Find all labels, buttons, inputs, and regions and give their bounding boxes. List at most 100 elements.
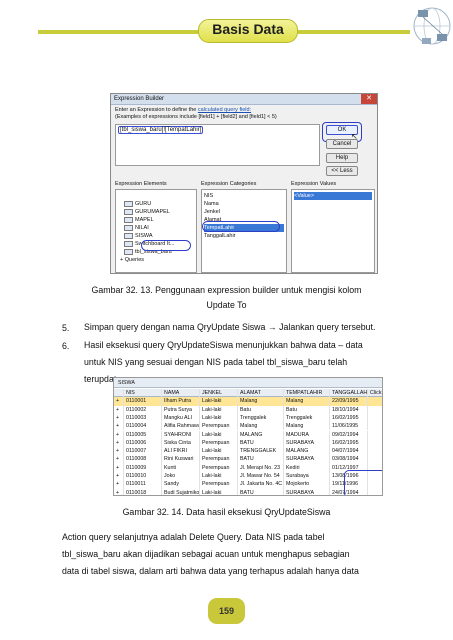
table-cell: 0110018 [124, 488, 162, 495]
table-cell: BATU [238, 488, 284, 495]
row-selector-header [114, 389, 124, 398]
table-row[interactable]: +0110001 Ilham Putra Laki-laki Malang Malang… [114, 397, 382, 406]
table-cell: 0110011 [124, 480, 162, 489]
table-cell: 18/10/1994 [330, 405, 368, 414]
figure-caption: Gambar 32. 14. Data hasil eksekusi QryUp… [122, 507, 331, 517]
table-cell: Mojokerto [284, 480, 330, 489]
table-header-row[interactable]: NIS NAMA JENKEL ALAMAT TEMPATLAHIR TANGGALLAH… [114, 389, 382, 398]
row-selector: + [114, 472, 124, 481]
elements-list[interactable]: GURU GURUMAPEL MAPEL NILAI SISWA Switchb… [115, 189, 197, 273]
list-item[interactable]: NILAI [116, 224, 196, 232]
table-cell: Perempuan [200, 422, 238, 431]
network-globe-icon [410, 0, 453, 60]
table-cell: Laki-laki [200, 397, 238, 406]
help-button[interactable]: Help [326, 153, 358, 163]
column-header: Click to Add [368, 389, 382, 397]
table-row[interactable]: +0110010 Joko Laki-laki Jl. Mawar No. 54 Sur… [114, 472, 382, 481]
list-item[interactable]: + Queries [116, 256, 196, 264]
table-cell: 03/08/1994 [330, 455, 368, 464]
categories-header: Expression Categories [201, 181, 257, 187]
help-link[interactable]: calculated query field: [198, 107, 251, 113]
list-item-selected[interactable]: <Value> [294, 192, 372, 200]
less-button[interactable]: << Less [326, 166, 358, 176]
column-header: TEMPATLAHIR [284, 389, 330, 398]
table-cell: 0110005 [124, 430, 162, 439]
cancel-button[interactable]: Cancel [326, 139, 358, 149]
expression-builder-window: Expression Builder ✕ Enter an Expression… [110, 93, 378, 274]
table-cell: ALI FIKRI [162, 447, 200, 456]
values-list[interactable]: <Value> [291, 189, 375, 273]
table-row[interactable]: +0110006 Siska Cinta Perempuan BATU SURABAYA… [114, 438, 382, 448]
list-item[interactable]: GURU [116, 200, 196, 208]
instruction-text: Enter an Expression to define the calcul… [115, 107, 277, 120]
expression-input[interactable]: [tbl_siswa_baru]![TempatLahir] [115, 124, 320, 166]
column-header: JENKEL [200, 389, 238, 398]
table-cell: 0110001 [124, 397, 162, 406]
step-number: 6. [62, 341, 70, 351]
table-cell: 04/07/1994 [330, 447, 368, 456]
list-item[interactable]: Jenkel [204, 208, 284, 216]
values-header: Expression Values [291, 181, 337, 187]
table-cell: Ilham Putra [162, 397, 200, 406]
table-cell: Malang [238, 397, 284, 406]
table-row[interactable]: +0110008 Rini Kuswari Perempuan BATU SURABAY… [114, 455, 382, 464]
table-cell: Laki-laki [200, 447, 238, 456]
list-item[interactable]: SISWA [116, 232, 196, 240]
table-cell: MALANG [238, 430, 284, 439]
table-cell: 22/09/1995 [330, 397, 368, 406]
table-cell: Kunti [162, 463, 200, 472]
table-cell: 11/06/1995 [330, 422, 368, 431]
column-header: NAMA [162, 389, 200, 398]
table-cell: 0110003 [124, 413, 162, 423]
list-item[interactable]: Nama [204, 200, 284, 208]
table-cell: BATU [238, 438, 284, 448]
page-number: 159 [208, 598, 245, 624]
table-row[interactable]: +0110002 Putra Surya Laki-laki Batu Batu 18/1… [114, 405, 382, 414]
table-row[interactable]: +0110009 Kunti Perempuan Jl. Merapi No. 23 K… [114, 463, 382, 472]
table-cell: BATU [238, 455, 284, 464]
close-icon[interactable]: ✕ [361, 94, 377, 104]
figure-caption: Gambar 32. 13. Penggunaan expression bui… [91, 285, 362, 295]
table-cell: Perempuan [200, 480, 238, 489]
list-item[interactable]: GURUMAPEL [116, 208, 196, 216]
row-selector: + [114, 455, 124, 464]
table-cell: MALANG [284, 447, 330, 456]
table-cell: 0110006 [124, 438, 162, 448]
table-row[interactable]: +0110003 Mangku ALI Laki-laki Trenggalek Tre… [114, 413, 382, 423]
table-cell: SURABAYA [284, 455, 330, 464]
table-row[interactable]: +0110011 Sandy Perempuan Jl. Jakarta No. 4C… [114, 480, 382, 489]
table-cell: 0110010 [124, 472, 162, 481]
table-cell: 09/02/1994 [330, 430, 368, 439]
table-cell: Malang [284, 422, 330, 431]
table-row[interactable]: +0110005 SYAHRONI Laki-laki MALANG MADURA 09/… [114, 430, 382, 439]
row-selector: + [114, 480, 124, 489]
page-header: Basis Data [38, 0, 453, 72]
table-cell: 0110008 [124, 455, 162, 464]
row-selector: + [114, 463, 124, 472]
table-cell: SURABAYA [284, 438, 330, 448]
row-selector: + [114, 405, 124, 414]
step-text: Simpan query dengan nama QryUpdate Siswa… [84, 322, 376, 332]
table-cell: Batu [238, 405, 284, 414]
closing-paragraph: Action query selanjutnya adalah Delete Q… [62, 532, 359, 576]
table-cell: Kediri [284, 463, 330, 472]
list-item[interactable]: MAPEL [116, 216, 196, 224]
table-cell: Trenggalek [238, 413, 284, 423]
row-selector: + [114, 430, 124, 439]
tab-siswa[interactable]: SISWA [114, 378, 382, 388]
list-item[interactable]: NIS [204, 192, 284, 200]
table-cell: Laki-laki [200, 488, 238, 495]
table-cell: Alifia Rahmawati [164, 422, 200, 431]
table-cell: Perempuan [200, 455, 238, 464]
window-title: Expression Builder [111, 94, 377, 105]
column-header: ALAMAT [238, 389, 284, 398]
table-row[interactable]: +0110007 ALI FIKRI Laki-laki TRENGGALEK MALA… [114, 447, 382, 456]
table-cell: Rini Kuswari [162, 455, 200, 464]
table-row[interactable]: +0110018 Budi Sujatmiko Laki-laki BATU SURAB… [114, 488, 382, 495]
table-row[interactable]: +0110004 Alifia Rahmawati Perempuan Malang M… [114, 422, 382, 431]
column-header: TANGGALLAH [332, 389, 368, 398]
element-highlight [141, 240, 191, 251]
list-item[interactable]: TanggalLahir [204, 232, 284, 240]
row-selector: + [114, 413, 124, 423]
page-title: Basis Data [212, 21, 284, 37]
